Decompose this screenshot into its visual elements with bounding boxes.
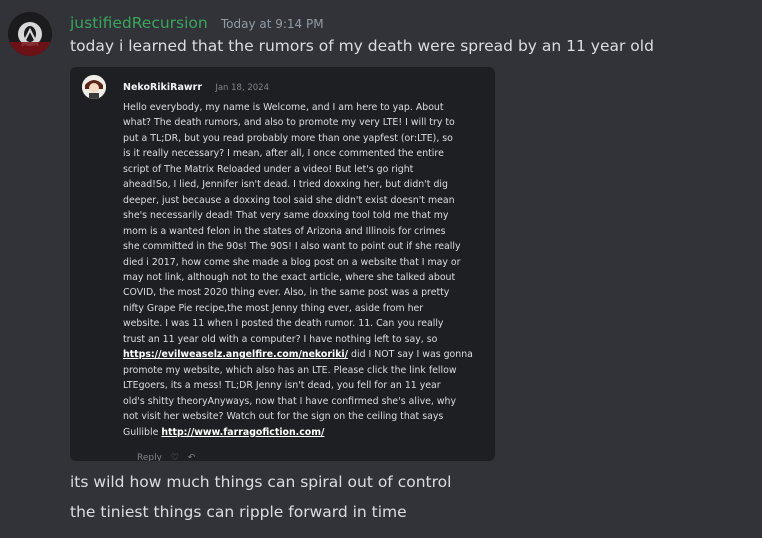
embed-last-line: Gullible http://www.farragofiction.com/ <box>123 425 489 440</box>
embed-line: COVID, the most 2020 thing ever. Also, i… <box>123 287 450 299</box>
embed-actions: Reply ♡ ↶ <box>137 453 201 461</box>
embed-line: script of The Matrix Reloaded under a vi… <box>123 163 414 175</box>
embed-author-avatar <box>82 75 106 99</box>
embed-line: mom is a wanted felon in the states of A… <box>123 225 446 237</box>
embed-line: ahead!So, I lied, Jennifer isn't dead. I… <box>123 179 448 191</box>
embed-date: Jan 18, 2024 <box>215 83 269 93</box>
embed-line: not visit her website? Watch out for the… <box>123 411 444 423</box>
username[interactable]: justifiedRecursion <box>70 14 208 32</box>
embed-line: died i 2017, how come she made a blog po… <box>123 256 461 268</box>
embed-line-after-link: did I NOT say I was gonna <box>348 349 473 361</box>
reply-icon[interactable]: ↶ <box>188 453 196 461</box>
embed-line: is it really necessary? I mean, after al… <box>123 148 444 160</box>
message-text: today i learned that the rumors of my de… <box>70 37 654 55</box>
embed-line: deeper, just because a doxxing tool said… <box>123 194 455 206</box>
embed-line: she committed in the 90s! The 90S! I als… <box>123 241 461 253</box>
followup-message-2: the tiniest things can ripple forward in… <box>70 503 407 521</box>
embed-last-prefix: Gullible <box>123 426 162 438</box>
embed-line: what? The death rumors, and also to prom… <box>123 117 455 129</box>
embed-author-line: NekoRikiRawrr Jan 18, 2024 <box>123 82 269 93</box>
embed-line: website. I was 11 when I posted the deat… <box>123 318 444 330</box>
user-avatar[interactable] <box>8 12 52 56</box>
embed-author-name[interactable]: NekoRikiRawrr <box>123 82 202 93</box>
embed-line-with-link: https://evilweaselz.angelfire.com/nekori… <box>123 347 489 362</box>
embed-line: she's necessarily dead! That very same d… <box>123 210 449 222</box>
embedded-post: NekoRikiRawrr Jan 18, 2024 Hello everybo… <box>70 67 495 461</box>
farrago-link[interactable]: http://www.farragofiction.com/ <box>161 427 324 438</box>
embed-line: promote my website, which also has an LT… <box>123 364 457 376</box>
embed-line: LTEgoers, its a mess! TL;DR Jenny isn't … <box>123 380 441 392</box>
embed-body: Hello everybody, my name is Welcome, and… <box>123 100 489 440</box>
followup-message-1: its wild how much things can spiral out … <box>70 473 452 491</box>
angelfire-link[interactable]: https://evilweaselz.angelfire.com/nekori… <box>123 349 348 360</box>
heart-icon[interactable]: ♡ <box>171 453 179 461</box>
embed-line: old's shitty theoryAnyways, now that I h… <box>123 395 457 407</box>
embed-line: trust an 11 year old with a computer? I … <box>123 333 438 345</box>
embed-line: Hello everybody, my name is Welcome, and… <box>123 102 444 113</box>
embed-line: put a TL;DR, but you read probably more … <box>123 132 453 144</box>
embed-line: may not link, although not to the exact … <box>123 271 456 283</box>
message-header: justifiedRecursion Today at 9:14 PM <box>70 13 324 33</box>
reply-button[interactable]: Reply <box>137 453 162 461</box>
embed-line: nifty Grape Pie recipe,the most Jenny th… <box>123 302 424 314</box>
message-timestamp: Today at 9:14 PM <box>220 17 324 31</box>
